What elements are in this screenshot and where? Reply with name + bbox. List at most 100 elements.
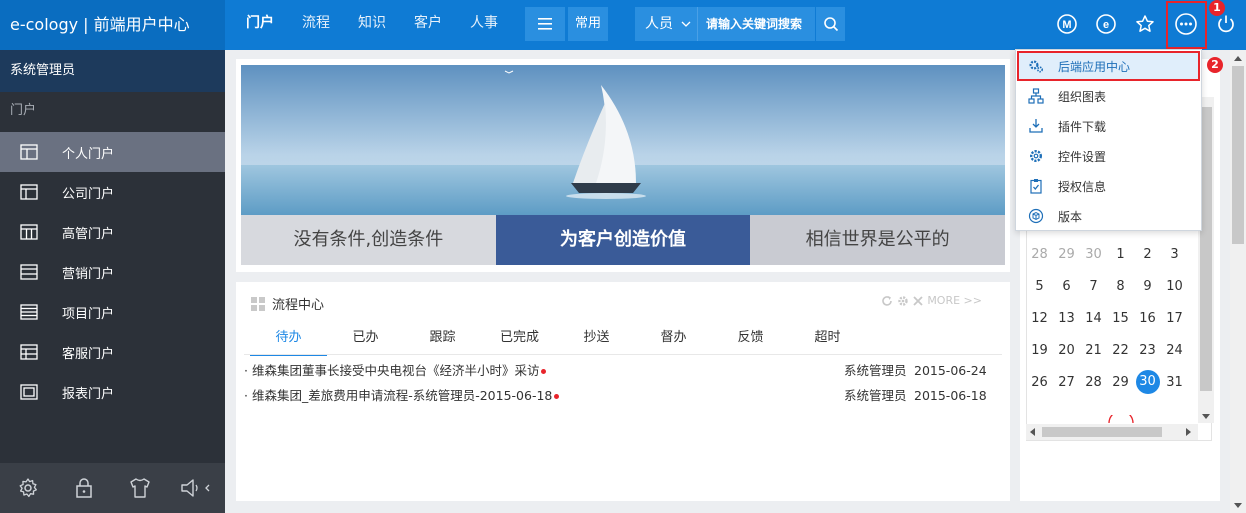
calendar-day[interactable]: 19 bbox=[1026, 343, 1053, 358]
calendar-day[interactable]: 14 bbox=[1080, 311, 1107, 326]
sidebar-item-report-portal[interactable]: 报表门户 bbox=[0, 372, 225, 412]
logout-icon-button[interactable] bbox=[1211, 9, 1241, 39]
tab-tracking[interactable]: 跟踪 bbox=[404, 326, 481, 356]
sidebar-item-marketing-portal[interactable]: 营销门户 bbox=[0, 252, 225, 292]
calendar-day[interactable]: 1 bbox=[1107, 247, 1134, 262]
scrollbar-thumb[interactable] bbox=[1232, 66, 1244, 244]
calendar-day[interactable]: 31 bbox=[1161, 375, 1188, 390]
search-type-select[interactable]: 人员 bbox=[635, 7, 697, 41]
menu-item-backend-center[interactable]: 后端应用中心 bbox=[1017, 51, 1200, 81]
calendar-day[interactable]: 2 bbox=[1134, 247, 1161, 262]
menu-item-plugin-download[interactable]: 插件下载 bbox=[1016, 111, 1201, 141]
tab-completed[interactable]: 已完成 bbox=[481, 326, 558, 356]
nav-workflow[interactable]: 流程 bbox=[288, 0, 344, 50]
menu-item-license-info[interactable]: 授权信息 bbox=[1016, 171, 1201, 201]
nav-portal[interactable]: 门户 bbox=[232, 0, 288, 50]
scroll-right-icon[interactable] bbox=[1186, 428, 1192, 436]
favorites-icon-button[interactable] bbox=[1130, 9, 1160, 39]
nav-hr[interactable]: 人事 bbox=[456, 0, 512, 50]
sidebar-item-label: 报表门户 bbox=[62, 386, 115, 402]
unread-dot bbox=[554, 394, 560, 399]
calendar-day[interactable]: 29 bbox=[1053, 247, 1080, 262]
tab-supervise[interactable]: 督办 bbox=[635, 326, 712, 356]
calendar-day-today[interactable]: 30 bbox=[1135, 370, 1160, 394]
calendar-day[interactable]: 30 bbox=[1080, 247, 1107, 262]
calendar-day[interactable]: 23 bbox=[1134, 343, 1161, 358]
calendar-day[interactable]: 29 bbox=[1107, 375, 1134, 390]
sidebar-item-company-portal[interactable]: 公司门户 bbox=[0, 172, 225, 212]
svg-text:e: e bbox=[1103, 19, 1109, 31]
sound-button[interactable] bbox=[168, 477, 224, 499]
settings-button[interactable] bbox=[0, 477, 56, 499]
tab-feedback[interactable]: 反馈 bbox=[712, 326, 789, 356]
calendar-day[interactable]: 28 bbox=[1026, 247, 1053, 262]
scrollbar-thumb[interactable] bbox=[1042, 427, 1162, 437]
scroll-up-icon[interactable] bbox=[1234, 55, 1242, 61]
scroll-down-icon[interactable] bbox=[1234, 503, 1242, 509]
calendar-week: 12 13 14 15 16 17 bbox=[1026, 302, 1192, 334]
email-icon-button[interactable]: e bbox=[1091, 9, 1121, 39]
calendar-day[interactable]: 15 bbox=[1107, 311, 1134, 326]
banner-tab[interactable]: 没有条件,创造条件 bbox=[241, 215, 496, 265]
workflow-row-title[interactable]: 维森集团董事长接受中央电视台《经济半小时》采访 bbox=[252, 363, 540, 378]
page-scrollbar[interactable] bbox=[1230, 50, 1246, 513]
menu-item-label: 插件下载 bbox=[1058, 119, 1107, 134]
calendar-day[interactable]: 27 bbox=[1053, 375, 1080, 390]
table-row[interactable]: · 维森集团_差旅费用申请流程-系统管理员-2015-06-18 系统管理员 2… bbox=[244, 384, 994, 408]
calendar-day[interactable]: 20 bbox=[1053, 343, 1080, 358]
theme-button[interactable] bbox=[112, 477, 168, 499]
calendar-horizontal-scrollbar[interactable] bbox=[1026, 424, 1198, 440]
sidebar-item-project-portal[interactable]: 项目门户 bbox=[0, 292, 225, 332]
settings-icon[interactable] bbox=[897, 295, 909, 307]
menu-item-org-chart[interactable]: 组织图表 bbox=[1016, 81, 1201, 111]
scroll-left-icon[interactable] bbox=[1030, 428, 1036, 436]
sidebar-item-personal-portal[interactable]: 个人门户 bbox=[0, 132, 225, 172]
lock-button[interactable] bbox=[56, 477, 112, 499]
refresh-icon[interactable] bbox=[881, 295, 893, 307]
scroll-down-icon[interactable] bbox=[1202, 414, 1210, 420]
hamburger-icon bbox=[538, 18, 552, 30]
calendar-day[interactable]: 26 bbox=[1026, 375, 1053, 390]
messages-icon-button[interactable]: M bbox=[1052, 9, 1082, 39]
sidebar-item-executive-portal[interactable]: 高管门户 bbox=[0, 212, 225, 252]
calendar-day[interactable]: 6 bbox=[1053, 279, 1080, 294]
calendar-day[interactable]: 7 bbox=[1080, 279, 1107, 294]
calendar-day[interactable]: 21 bbox=[1080, 343, 1107, 358]
calendar-day[interactable]: 16 bbox=[1134, 311, 1161, 326]
calendar-day[interactable]: 5 bbox=[1026, 279, 1053, 294]
menu-button[interactable] bbox=[525, 7, 565, 41]
nav-customer[interactable]: 客户 bbox=[400, 0, 456, 50]
workflow-title: 流程中心 bbox=[272, 298, 325, 313]
more-link[interactable]: MORE >> bbox=[927, 294, 982, 307]
menu-item-version[interactable]: 版本 bbox=[1016, 201, 1201, 231]
workflow-tools: MORE >> bbox=[881, 294, 982, 307]
workflow-row-title[interactable]: 维森集团_差旅费用申请流程-系统管理员-2015-06-18 bbox=[252, 388, 552, 403]
add-event-icon[interactable] bbox=[1108, 415, 1134, 423]
calendar-day[interactable]: 8 bbox=[1107, 279, 1134, 294]
calendar-day[interactable]: 22 bbox=[1107, 343, 1134, 358]
calendar-day[interactable]: 13 bbox=[1053, 311, 1080, 326]
calendar-day[interactable]: 12 bbox=[1026, 311, 1053, 326]
sidebar-item-service-portal[interactable]: 客服门户 bbox=[0, 332, 225, 372]
search-button[interactable] bbox=[816, 7, 845, 41]
calendar-day[interactable]: 28 bbox=[1080, 375, 1107, 390]
calendar-day[interactable]: 10 bbox=[1161, 279, 1188, 294]
nav-knowledge[interactable]: 知识 bbox=[344, 0, 400, 50]
table-row[interactable]: · 维森集团董事长接受中央电视台《经济半小时》采访 系统管理员 2015-06-… bbox=[244, 359, 994, 383]
banner-tab[interactable]: 为客户创造价值 bbox=[495, 215, 751, 265]
close-icon[interactable] bbox=[913, 295, 923, 306]
tab-pending[interactable]: 待办 bbox=[250, 326, 327, 356]
search-input[interactable]: 请输入关键词搜索 bbox=[697, 7, 815, 41]
sidebar-item-label: 营销门户 bbox=[62, 266, 115, 282]
tab-overdue[interactable]: 超时 bbox=[789, 326, 866, 356]
common-button[interactable]: 常用 bbox=[568, 7, 608, 41]
calendar-day[interactable]: 3 bbox=[1161, 247, 1188, 262]
banner-tab[interactable]: 相信世界是公平的 bbox=[750, 215, 1006, 265]
calendar-day[interactable]: 9 bbox=[1134, 279, 1161, 294]
menu-item-control-settings[interactable]: 控件设置 bbox=[1016, 141, 1201, 171]
calendar-day[interactable]: 24 bbox=[1161, 343, 1188, 358]
calendar-day[interactable]: 17 bbox=[1161, 311, 1188, 326]
tab-done[interactable]: 已办 bbox=[327, 326, 404, 356]
bullet: · bbox=[244, 388, 252, 403]
tab-cc[interactable]: 抄送 bbox=[558, 326, 635, 356]
